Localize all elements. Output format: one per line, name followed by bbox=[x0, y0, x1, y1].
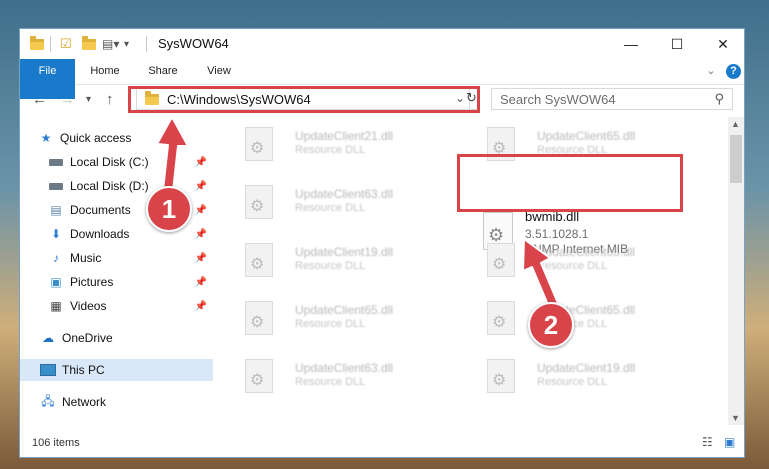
step-2-badge: 2 bbox=[528, 302, 574, 348]
annotation-arrows bbox=[156, 116, 561, 313]
arrow-2 bbox=[522, 238, 561, 313]
step-1-badge: 1 bbox=[146, 186, 192, 232]
